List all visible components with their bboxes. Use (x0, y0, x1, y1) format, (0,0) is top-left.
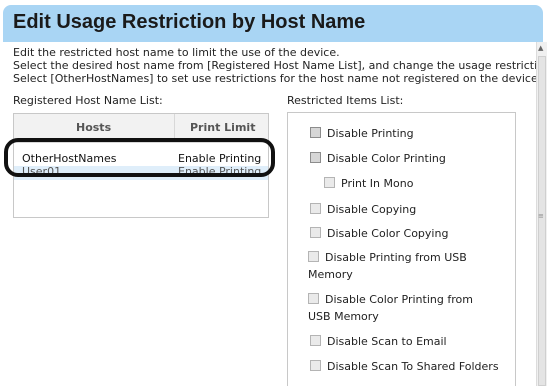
checkbox-icon[interactable] (310, 203, 321, 214)
item-disable-scan-to-email[interactable]: Disable Scan to Email (310, 333, 447, 350)
item-label: Disable Printing from USB (325, 251, 467, 264)
title-bar: Edit Usage Restriction by Host Name (3, 5, 543, 42)
item-label: Disable Color Printing from (325, 293, 473, 306)
item-label: Disable Scan to Email (327, 335, 447, 348)
scrollbar-grip-icon: ≡ (538, 212, 544, 220)
checkbox-icon[interactable] (308, 251, 319, 262)
selection-highlight-callout (4, 138, 275, 177)
description: Edit the restricted host name to limit t… (13, 46, 547, 85)
item-label-continued: USB Memory (308, 310, 379, 323)
restricted-items-panel: Disable Printing Disable Color Printing … (287, 112, 516, 386)
checkbox-icon[interactable] (310, 227, 321, 238)
checkbox-icon[interactable] (310, 360, 321, 371)
item-disable-copying[interactable]: Disable Copying (310, 201, 416, 218)
restricted-items-list-label: Restricted Items List: (287, 94, 404, 107)
page-title: Edit Usage Restriction by Host Name (13, 11, 366, 33)
column-header-print-limit[interactable]: Print Limit (190, 121, 255, 134)
checkbox-icon[interactable] (310, 152, 321, 163)
item-label: Disable Printing (327, 127, 414, 140)
item-disable-color-printing[interactable]: Disable Color Printing (310, 150, 446, 167)
item-label: Disable Scan To Shared Folders (327, 360, 499, 373)
item-label: Disable Copying (327, 203, 417, 216)
item-disable-color-printing-from-usb[interactable]: Disable Color Printing from USB Memory (308, 291, 473, 325)
item-disable-printing-from-usb[interactable]: Disable Printing from USB Memory (308, 249, 467, 283)
column-header-hosts[interactable]: Hosts (76, 121, 111, 134)
checkbox-icon[interactable] (308, 293, 319, 304)
item-disable-scan-to-shared-folders[interactable]: Disable Scan To Shared Folders (310, 358, 499, 375)
checkbox-icon[interactable] (310, 335, 321, 346)
item-disable-color-copying[interactable]: Disable Color Copying (310, 225, 448, 242)
scrollbar-thumb[interactable] (538, 56, 546, 386)
registered-host-list-label: Registered Host Name List: (13, 94, 163, 107)
item-label-continued: Memory (308, 268, 353, 281)
item-label: Disable Color Printing (327, 152, 446, 165)
page-scrollbar[interactable]: ▲ ≡ (536, 42, 547, 386)
description-line: Edit the restricted host name to limit t… (13, 46, 340, 59)
item-print-in-mono[interactable]: Print In Mono (324, 175, 413, 192)
description-line: Select the desired host name from [Regis… (13, 59, 547, 72)
scroll-up-arrow-icon[interactable]: ▲ (538, 44, 543, 52)
item-disable-printing[interactable]: Disable Printing (310, 125, 414, 142)
checkbox-icon[interactable] (324, 177, 335, 188)
checkbox-icon[interactable] (310, 127, 321, 138)
description-line: Select [OtherHostNames] to set use restr… (13, 72, 542, 85)
item-label: Disable Color Copying (327, 227, 449, 240)
item-label: Print In Mono (341, 177, 414, 190)
